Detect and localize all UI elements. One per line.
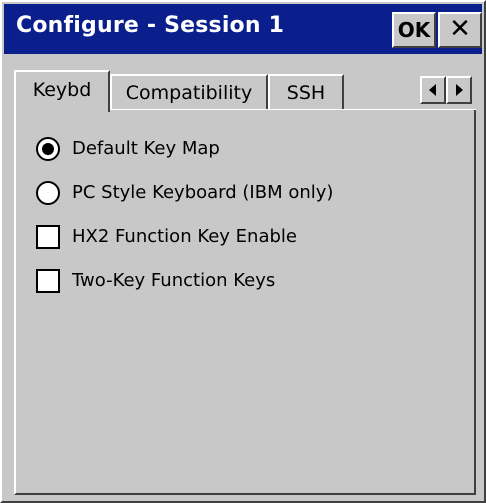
tab-scroll-left-button[interactable]	[420, 76, 446, 104]
configure-dialog: Configure - Session 1 OK ✕ Keybd Compati…	[0, 0, 486, 503]
ok-button[interactable]: OK	[392, 12, 436, 48]
default-key-map-label: Default Key Map	[72, 138, 220, 159]
tab-compatibility[interactable]: Compatibility	[110, 74, 268, 110]
radio-unselected-icon[interactable]	[36, 181, 60, 205]
arrow-left-icon	[429, 84, 436, 96]
title-bar: Configure - Session 1 OK ✕	[4, 4, 482, 54]
keybd-panel: Default Key Map PC Style Keyboard (IBM o…	[14, 110, 476, 495]
tab-ssh[interactable]: SSH	[268, 74, 344, 110]
close-button[interactable]: ✕	[438, 12, 482, 48]
close-icon: ✕	[449, 14, 471, 44]
pc-style-keyboard-label: PC Style Keyboard (IBM only)	[72, 182, 334, 203]
two-key-function-label: Two-Key Function Keys	[72, 270, 276, 291]
checkbox-unchecked-icon[interactable]	[36, 269, 60, 293]
window-title: Configure - Session 1	[16, 13, 285, 38]
hx2-function-key-label: HX2 Function Key Enable	[72, 226, 297, 247]
checkbox-unchecked-icon[interactable]	[36, 225, 60, 249]
radio-selected-icon[interactable]	[36, 137, 60, 161]
tab-strip: Keybd Compatibility SSH	[14, 70, 474, 112]
tab-keybd[interactable]: Keybd	[14, 70, 110, 112]
arrow-right-icon	[456, 84, 463, 96]
tab-scroll-right-button[interactable]	[446, 76, 472, 104]
